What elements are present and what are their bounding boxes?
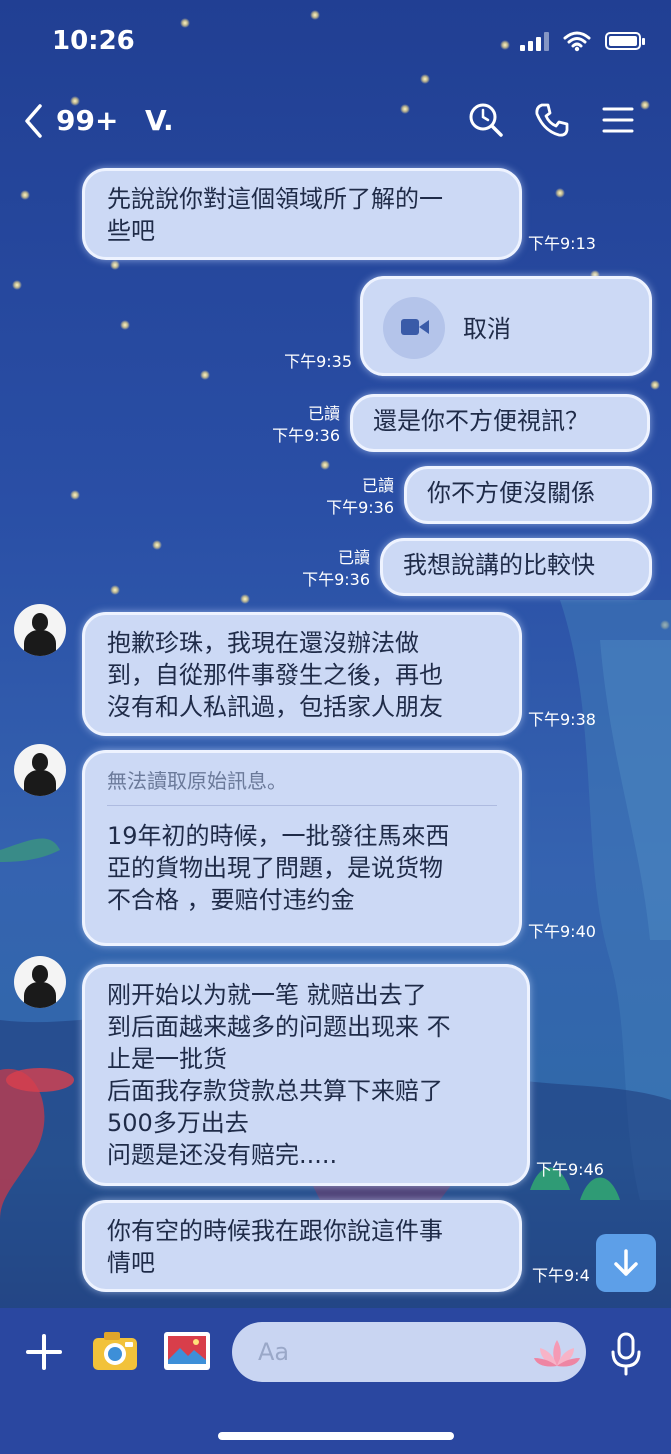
status-bar: 10:26 [0,0,671,80]
search-icon[interactable] [466,100,506,140]
message-line: 亞的貨物出現了問題，是说货物 [107,854,443,882]
unread-count[interactable]: 99+ [56,104,118,137]
wifi-icon [563,31,591,52]
message-line: 后面我存款贷款总共算下来赔了 [107,1077,443,1105]
message-time: 下午9:4 [532,1266,590,1285]
message-text: 還是你不方便視訊？ [373,407,589,435]
message-line: 抱歉珍珠，我現在還沒辦法做 [107,629,419,657]
avatar[interactable] [14,744,66,796]
message-line: 止是一批货 [107,1045,227,1073]
message-bubble[interactable]: 你不方便沒關係 [404,466,652,524]
message-line: 到后面越来越多的问题出现来 不 [107,1013,451,1041]
message-input-bar: Aa [0,1308,671,1454]
avatar[interactable] [14,956,66,1008]
message-bubble[interactable]: 我想說講的比較快 [380,538,652,596]
status-icons [520,30,645,52]
message-bubble[interactable]: 抱歉珍珠，我現在還沒辦法做 到，自從那件事發生之後，再也 沒有和人私訊過，包括家… [82,612,522,736]
message-bubble[interactable]: 你有空的時候我在跟你說這件事 情吧 [82,1200,522,1292]
message-line: 19年初的時候，一批發往馬來西 [107,822,450,850]
photo-icon[interactable] [162,1330,212,1372]
message-bubble[interactable]: 還是你不方便視訊？ [350,394,650,452]
message-line: 先說說你對這個領域所了解的一 [107,185,443,213]
message-time: 下午9:36 [326,498,394,517]
message-time: 下午9:36 [302,570,370,589]
message-line: 些吧 [107,217,155,245]
contact-name[interactable]: V. [145,104,174,137]
signal-icon [520,31,549,51]
chevron-left-icon[interactable] [22,102,46,140]
message-bubble[interactable]: 刚开始以为就一笔 就赔出去了 到后面越来越多的问题出现来 不 止是一批货 后面我… [82,964,530,1186]
chat-header: 99+ V. [0,80,671,160]
message-line: 到，自從那件事發生之後，再也 [107,661,443,689]
video-call-bubble[interactable]: 取消 [360,276,652,376]
message-time: 下午9:13 [528,234,596,253]
message-line: 刚开始以为就一笔 就赔出去了 [107,981,427,1009]
message-time: 下午9:35 [284,352,352,371]
message-text: 你不方便沒關係 [427,479,595,507]
message-line: 500多万出去 [107,1109,249,1137]
home-indicator [218,1432,454,1440]
scroll-to-bottom-button[interactable] [596,1234,656,1292]
message-time: 下午9:36 [272,426,340,445]
avatar[interactable] [14,604,66,656]
message-line: 问题是还没有赔完..... [107,1141,338,1169]
message-line: 你有空的時候我在跟你說這件事 [107,1217,443,1245]
message-time: 下午9:40 [528,922,596,941]
message-time: 下午9:46 [536,1160,604,1179]
read-receipt: 已讀 [337,548,370,567]
sticker-icon[interactable] [532,1336,582,1370]
message-bubble[interactable]: 無法讀取原始訊息。 19年初的時候，一批發往馬來西 亞的貨物出現了問題，是说货物… [82,750,522,946]
read-receipt: 已讀 [307,404,340,423]
video-call-icon [383,297,445,359]
message-line: 沒有和人私訊過，包括家人朋友 [107,693,443,721]
camera-icon[interactable] [90,1328,140,1374]
status-time: 10:26 [52,26,135,56]
microphone-icon[interactable] [608,1332,644,1376]
message-text: 我想說講的比較快 [403,551,595,579]
message-time: 下午9:38 [528,710,596,729]
message-line: 不合格 ，要赔付违约金 [107,886,355,914]
arrow-down-icon [614,1249,638,1276]
video-call-status: 取消 [463,315,511,343]
quoted-message[interactable]: 無法讀取原始訊息。 [107,765,497,806]
plus-icon[interactable] [24,1332,64,1372]
message-bubble[interactable]: 先說說你對這個領域所了解的一 些吧 [82,168,522,260]
battery-icon [605,32,645,50]
message-line: 情吧 [107,1249,155,1277]
phone-icon[interactable] [532,100,572,140]
menu-icon[interactable] [598,100,638,140]
read-receipt: 已讀 [361,476,394,495]
